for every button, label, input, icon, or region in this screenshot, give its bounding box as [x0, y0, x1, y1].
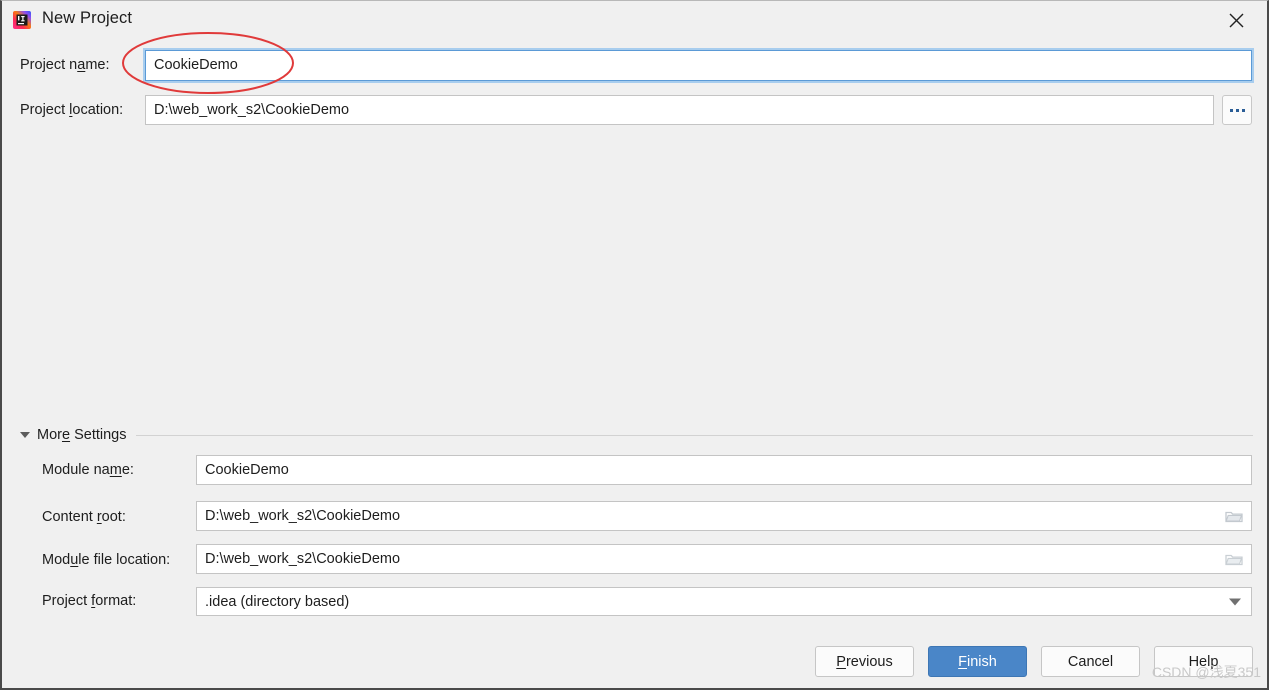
project-name-input[interactable]: CookieDemo: [145, 50, 1252, 81]
module-name-input[interactable]: CookieDemo: [196, 455, 1252, 485]
module-name-label: Module name:: [42, 462, 134, 478]
cancel-button[interactable]: Cancel: [1041, 646, 1140, 677]
watermark: CSDN @浅夏351: [1151, 664, 1261, 680]
project-location-value: D:\web_work_s2\CookieDemo: [154, 101, 350, 118]
content-root-label: Content root:: [42, 509, 126, 525]
new-project-dialog: New Project Project name: CookieDemo Pro…: [0, 0, 1269, 690]
close-icon[interactable]: [1213, 4, 1259, 36]
cancel-button-label: Cancel: [1067, 653, 1114, 670]
module-file-location-value: D:\web_work_s2\CookieDemo: [205, 550, 401, 567]
finish-button-label: Finish: [958, 653, 997, 670]
folder-icon[interactable]: [1225, 552, 1243, 566]
project-format-label: Project format:: [42, 593, 137, 609]
chevron-down-icon: [1229, 598, 1241, 605]
previous-button-label: Previous: [836, 653, 893, 670]
module-file-location-label: Module file location:: [42, 552, 171, 568]
project-location-browse-button[interactable]: [1222, 95, 1252, 125]
project-name-value: CookieDemo: [154, 57, 238, 74]
finish-button[interactable]: Finish: [928, 646, 1027, 677]
project-format-select[interactable]: .idea (directory based): [196, 587, 1252, 616]
project-name-label: Project name:: [20, 57, 110, 73]
window-title: New Project: [42, 9, 133, 27]
module-name-value: CookieDemo: [205, 461, 289, 478]
intellij-idea-icon: [12, 10, 32, 30]
previous-button[interactable]: Previous: [815, 646, 914, 677]
more-settings-label: More Settings: [37, 427, 127, 443]
section-divider: [136, 434, 1253, 436]
more-settings-section-header[interactable]: More Settings: [20, 424, 1253, 446]
chevron-down-icon: [20, 432, 30, 438]
dot-icon: [1235, 108, 1239, 112]
folder-icon[interactable]: [1225, 509, 1243, 523]
content-root-input[interactable]: D:\web_work_s2\CookieDemo: [196, 501, 1252, 531]
dot-icon: [1241, 108, 1245, 112]
title-bar: New Project: [2, 1, 1267, 39]
dot-icon: [1229, 108, 1233, 112]
project-location-label: Project location:: [20, 102, 124, 118]
module-file-location-input[interactable]: D:\web_work_s2\CookieDemo: [196, 544, 1252, 574]
project-location-input[interactable]: D:\web_work_s2\CookieDemo: [145, 95, 1214, 125]
content-root-value: D:\web_work_s2\CookieDemo: [205, 507, 401, 524]
project-format-value: .idea (directory based): [205, 593, 350, 610]
